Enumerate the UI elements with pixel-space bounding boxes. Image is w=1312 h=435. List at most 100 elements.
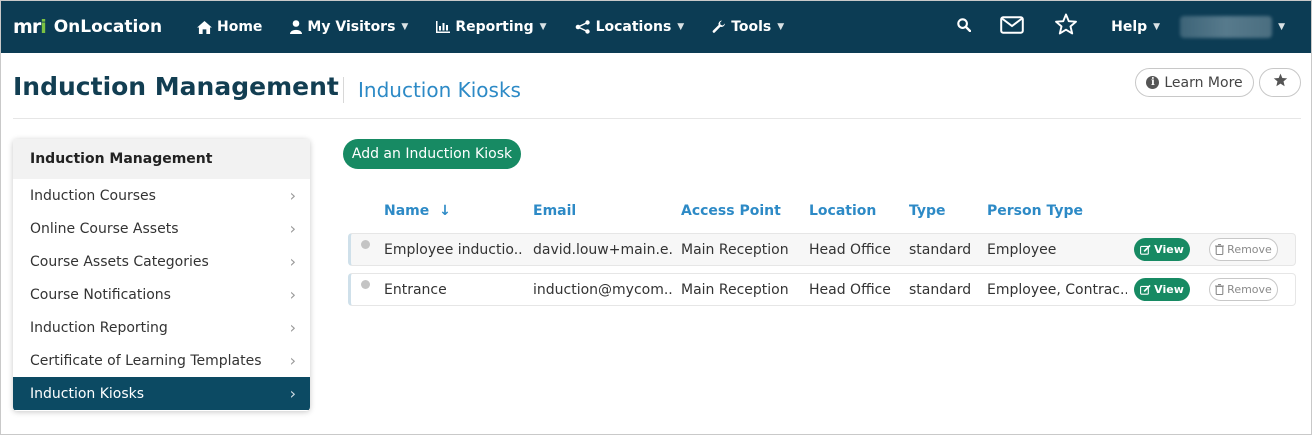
sidebar-item-online-course-assets[interactable]: Online Course Assets › [13,212,310,245]
bar-chart-icon [436,21,451,33]
learn-more-label: Learn More [1164,74,1243,91]
nav-reporting-label: Reporting [455,19,534,35]
cell-location: Head Office [809,281,891,298]
chevron-down-icon: ▼ [777,22,785,32]
remove-label: Remove [1227,283,1272,296]
column-header-name[interactable]: Name ↓ [384,203,451,219]
nav-help[interactable]: Help ▼ [1089,1,1180,53]
info-icon: i [1146,76,1160,89]
view-button[interactable]: View [1134,278,1190,301]
cell-type: standard [909,241,972,258]
add-induction-kiosk-button[interactable]: Add an Induction Kiosk [343,139,521,169]
sitemap-icon [575,20,591,34]
brand-name: OnLocation [53,17,163,37]
edit-icon [1140,284,1151,295]
sidebar-item-induction-courses[interactable]: Induction Courses › [13,179,310,212]
column-header-person-type[interactable]: Person Type [987,203,1083,219]
chevron-right-icon: › [289,351,296,370]
nav-locations[interactable]: Locations ▼ [561,1,699,53]
chevron-right-icon: › [289,384,296,403]
sidebar-item-induction-reporting[interactable]: Induction Reporting › [13,311,310,344]
chevron-down-icon: ▼ [677,22,685,32]
sidebar-item-course-notifications[interactable]: Course Notifications › [13,278,310,311]
nav-home-label: Home [217,19,263,35]
cell-email: induction@mycom... [533,281,673,298]
page-subtitle: Induction Kiosks [358,78,521,102]
chevron-down-icon: ▼ [401,22,409,32]
nav-right-tools: Help ▼ ▼ [947,1,1311,53]
chevron-down-icon: ▼ [1153,22,1161,32]
header-divider [343,77,344,103]
nav-locations-label: Locations [595,19,672,35]
column-header-label: Name [384,203,430,219]
column-header-type[interactable]: Type [909,203,946,219]
column-header-email[interactable]: Email [533,203,576,219]
user-menu[interactable]: ▼ [1180,1,1311,53]
nav-help-label: Help [1111,19,1148,35]
star-outline-icon [1054,13,1078,41]
sidebar-item-label: Induction Reporting [30,319,168,336]
nav-my-visitors-label: My Visitors [307,19,396,35]
nav-my-visitors[interactable]: My Visitors ▼ [276,1,422,53]
envelope-icon [1000,15,1024,39]
cell-person-type: Employee, Contrac... [987,281,1127,298]
sidebar-item-course-assets-categories[interactable]: Course Assets Categories › [13,245,310,278]
view-label: View [1154,243,1184,256]
sidebar-item-label: Online Course Assets [30,220,179,237]
status-dot-icon [361,280,370,289]
star-icon [1273,73,1288,92]
brand[interactable]: mri OnLocation [13,16,183,38]
nav-home[interactable]: Home [183,1,276,53]
user-name-redacted [1180,16,1273,38]
search-button[interactable] [947,1,981,53]
user-icon [290,20,303,34]
sidebar: Induction Management Induction Courses ›… [13,139,310,411]
wrench-icon [712,20,726,34]
remove-button[interactable]: Remove [1209,278,1278,301]
edit-icon [1140,244,1151,255]
sidebar-item-induction-kiosks[interactable]: Induction Kiosks › [13,377,310,410]
messages-button[interactable] [981,1,1043,53]
sidebar-item-label: Certificate of Learning Templates [30,352,262,369]
cell-person-type: Employee [987,241,1057,258]
column-header-access-point[interactable]: Access Point [681,203,781,219]
nav-tools-label: Tools [731,19,772,35]
sidebar-heading: Induction Management [13,139,310,179]
chevron-right-icon: › [289,252,296,271]
cell-name: Entrance [384,281,447,298]
sidebar-item-label: Course Notifications [30,286,171,303]
header-separator [13,118,1301,119]
cell-access-point: Main Reception [681,281,789,298]
learn-more-button[interactable]: i Learn More [1135,68,1254,97]
chevron-down-icon: ▼ [1278,22,1285,32]
cell-email: david.louw+main.e... [533,241,673,258]
sidebar-item-label: Induction Kiosks [30,385,145,402]
view-button[interactable]: View [1134,238,1190,261]
sidebar-item-certificate-templates[interactable]: Certificate of Learning Templates › [13,344,310,377]
chevron-right-icon: › [289,219,296,238]
trash-icon [1215,244,1225,255]
top-navbar: mri OnLocation Home My Visitors ▼ Report… [1,1,1311,53]
cell-name: Employee inductio... [384,241,524,258]
table-row[interactable]: Entrance induction@mycom... Main Recepti… [348,273,1296,306]
favorite-page-button[interactable] [1259,68,1301,97]
chevron-right-icon: › [289,285,296,304]
chevron-down-icon: ▼ [539,22,547,32]
column-header-location[interactable]: Location [809,203,876,219]
favorites-button[interactable] [1043,1,1089,53]
remove-label: Remove [1227,243,1272,256]
table-row[interactable]: Employee inductio... david.louw+main.e..… [348,233,1296,266]
remove-button[interactable]: Remove [1209,238,1278,261]
home-icon [197,20,212,34]
mri-logo: mri [13,16,47,38]
status-dot-icon [361,240,370,249]
search-icon [957,17,972,37]
sort-arrow-down-icon: ↓ [439,203,451,219]
page-title: Induction Management [13,72,339,101]
nav-reporting[interactable]: Reporting ▼ [422,1,560,53]
cell-type: standard [909,281,972,298]
nav-tools[interactable]: Tools ▼ [698,1,798,53]
trash-icon [1215,284,1225,295]
sidebar-item-label: Course Assets Categories [30,253,209,270]
cell-location: Head Office [809,241,891,258]
